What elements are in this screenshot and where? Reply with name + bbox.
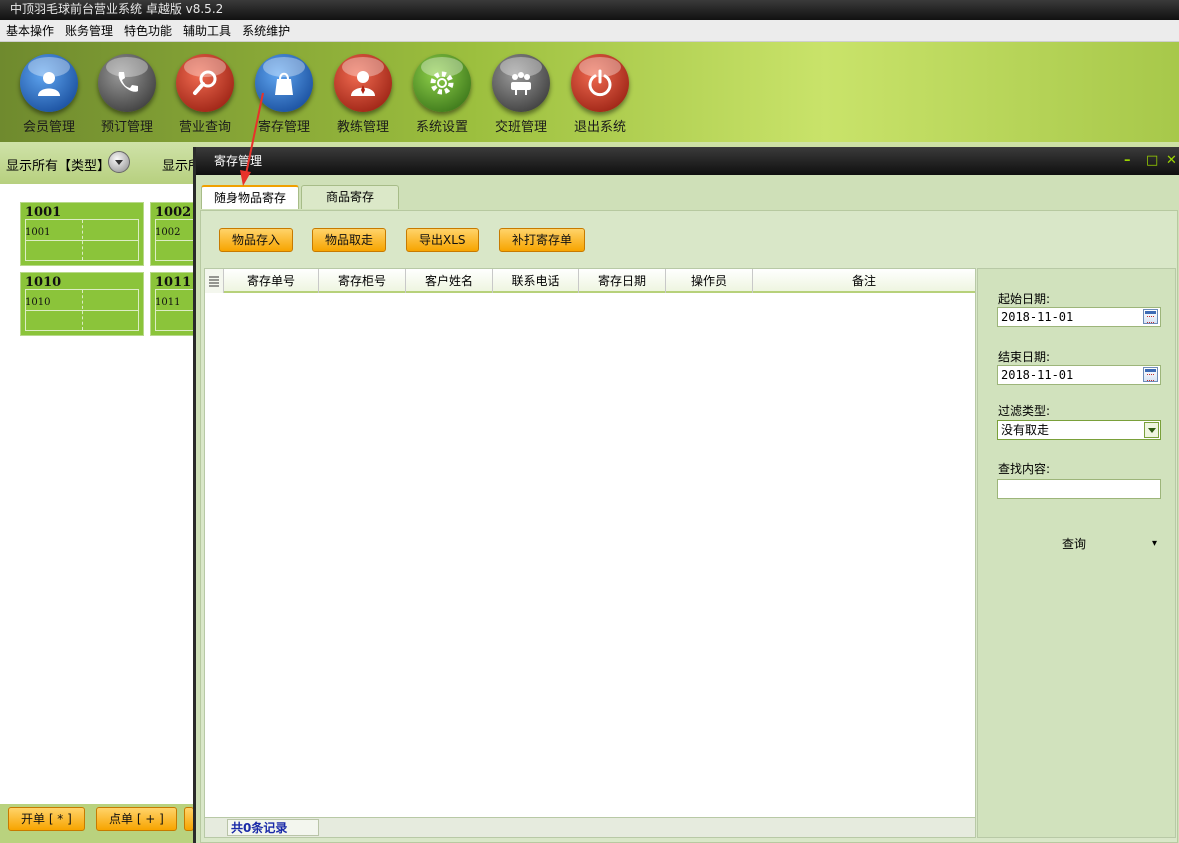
menu-features[interactable]: 特色功能: [118, 20, 177, 42]
end-date-value: 2018-11-01: [1001, 368, 1074, 382]
toolbar-storage-button[interactable]: 寄存管理: [249, 54, 319, 135]
end-date-field[interactable]: 2018-11-01: [997, 365, 1161, 385]
chevron-down-icon[interactable]: [108, 151, 130, 173]
toolbar-handover-button[interactable]: 交班管理: [486, 54, 556, 135]
coach-icon: [334, 54, 392, 112]
court-number: 1002: [155, 205, 192, 220]
search-content-label: 查找内容:: [998, 462, 1051, 476]
gear-icon: [413, 54, 471, 112]
toolbar-settings-button[interactable]: 系统设置: [407, 54, 477, 135]
court-number: 1001: [25, 205, 62, 220]
query-button[interactable]: 查询 ▾: [998, 533, 1168, 555]
menu-accounts[interactable]: 账务管理: [59, 20, 118, 42]
maximize-icon[interactable]: □: [1146, 147, 1158, 175]
toolbar-storage-label: 寄存管理: [257, 120, 310, 135]
chevron-down-icon[interactable]: [1144, 422, 1159, 438]
record-count: 共0条记录: [227, 819, 319, 836]
table-header: 寄存单号 寄存柜号 客户姓名 联系电话 寄存日期 操作员 备注: [205, 269, 975, 293]
filter-type-label: 过滤类型:: [998, 404, 1051, 418]
bag-icon: [255, 54, 313, 112]
reprint-receipt-button[interactable]: 补打寄存单: [499, 228, 586, 252]
column-remarks[interactable]: 备注: [753, 269, 975, 293]
column-customer-name[interactable]: 客户姓名: [406, 269, 493, 293]
retrieve-item-button[interactable]: 物品取走: [312, 228, 387, 252]
search-content-input[interactable]: [997, 479, 1161, 499]
court-panel: 1001 1001 1002 1002 1010 1010 1011 1011: [0, 184, 274, 804]
column-storage-date[interactable]: 寄存日期: [579, 269, 666, 293]
column-phone[interactable]: 联系电话: [493, 269, 579, 293]
bottom-action-bar: 开单 [ * ] 点单 [ + ]: [0, 804, 195, 843]
magnifier-icon: [176, 54, 234, 112]
dialog-title-bar[interactable]: 寄存管理: [196, 147, 1179, 175]
dialog-title: 寄存管理: [214, 154, 263, 168]
power-icon: [571, 54, 629, 112]
toolbar-booking-button[interactable]: 预订管理: [92, 54, 162, 135]
court-name: 1001: [25, 227, 51, 238]
toolbar-coach-button[interactable]: 教练管理: [328, 54, 398, 135]
main-toolbar: 会员管理 预订管理 营业查询 寄存管理 教练管理 系统设置 交班管理 退出系统: [0, 42, 1179, 142]
handover-icon: [492, 54, 550, 112]
tab-content: 物品存入 物品取走 导出XLS 补打寄存单 寄存单号 寄存柜号 客户姓名 联系电…: [200, 210, 1178, 843]
column-receipt-no[interactable]: 寄存单号: [224, 269, 319, 293]
toolbar-booking-label: 预订管理: [100, 120, 153, 135]
court-number: 1011: [155, 275, 192, 290]
tab-goods-storage[interactable]: 商品寄存: [301, 185, 399, 209]
search-panel: 起始日期: 2018-11-01 结束日期: 2018-11-01 过滤类型: …: [977, 268, 1176, 838]
toolbar-coach-label: 教练管理: [336, 120, 389, 135]
close-icon[interactable]: ✕: [1166, 147, 1177, 175]
store-item-button[interactable]: 物品存入: [219, 228, 294, 252]
toolbar-exit-label: 退出系统: [573, 120, 626, 135]
toolbar-business-query-label: 营业查询: [178, 120, 231, 135]
menu-tools[interactable]: 辅助工具: [177, 20, 236, 42]
court-name: 1002: [155, 227, 181, 238]
storage-table: 寄存单号 寄存柜号 客户姓名 联系电话 寄存日期 操作员 备注 共0条记录: [204, 268, 976, 838]
toolbar-member-button[interactable]: 会员管理: [14, 54, 84, 135]
end-date-label: 结束日期:: [998, 350, 1051, 364]
export-xls-button[interactable]: 导出XLS: [406, 228, 479, 252]
court-lines: [25, 219, 139, 261]
toolbar-handover-label: 交班管理: [494, 120, 547, 135]
toolbar-settings-label: 系统设置: [415, 120, 468, 135]
member-icon: [20, 54, 78, 112]
type-filter-label: 显示所有【类型】: [6, 159, 111, 174]
row-selector-icon[interactable]: [205, 269, 224, 293]
minimize-icon[interactable]: –: [1124, 147, 1131, 175]
dialog-tab-bar: 随身物品寄存 商品寄存: [196, 175, 1179, 210]
menu-bar: 基本操作 账务管理 特色功能 辅助工具 系统维护: [0, 20, 1179, 42]
calendar-icon[interactable]: [1143, 309, 1158, 324]
storage-dialog: 寄存管理 – □ ✕ 随身物品寄存 商品寄存 物品存入 物品取走 导出XLS 补…: [193, 147, 1179, 843]
toolbar-exit-button[interactable]: 退出系统: [565, 54, 635, 135]
start-date-field[interactable]: 2018-11-01: [997, 307, 1161, 327]
start-date-label: 起始日期:: [998, 292, 1051, 306]
phone-icon: [98, 54, 156, 112]
court-tile[interactable]: 1001 1001: [20, 202, 144, 266]
caret-down-icon: ▾: [1152, 538, 1158, 549]
calendar-icon[interactable]: [1143, 367, 1158, 382]
app-title-bar: 中顶羽毛球前台营业系统 卓越版 v8.5.2: [0, 0, 1179, 20]
toolbar-business-query-button[interactable]: 营业查询: [170, 54, 240, 135]
add-item-button[interactable]: 点单 [ + ]: [96, 807, 177, 831]
court-name: 1010: [25, 297, 51, 308]
open-order-button[interactable]: 开单 [ * ]: [8, 807, 85, 831]
toolbar-member-label: 会员管理: [22, 120, 75, 135]
filter-type-value: 没有取走: [1001, 423, 1050, 437]
court-lines: [25, 289, 139, 331]
column-operator[interactable]: 操作员: [666, 269, 753, 293]
tab-personal-storage[interactable]: 随身物品寄存: [201, 185, 299, 209]
court-tile[interactable]: 1010 1010: [20, 272, 144, 336]
start-date-value: 2018-11-01: [1001, 310, 1074, 324]
column-locker-no[interactable]: 寄存柜号: [319, 269, 406, 293]
table-footer: 共0条记录: [205, 817, 975, 837]
action-bar: 物品存入 物品取走 导出XLS 补打寄存单: [201, 211, 1177, 267]
menu-basic-ops[interactable]: 基本操作: [0, 20, 59, 42]
court-name: 1011: [155, 297, 181, 308]
filter-type-select[interactable]: 没有取走: [997, 420, 1161, 440]
court-number: 1010: [25, 275, 62, 290]
query-label: 查询: [1062, 537, 1087, 551]
app-title: 中顶羽毛球前台营业系统 卓越版 v8.5.2: [10, 2, 224, 16]
menu-maintenance[interactable]: 系统维护: [236, 20, 295, 42]
